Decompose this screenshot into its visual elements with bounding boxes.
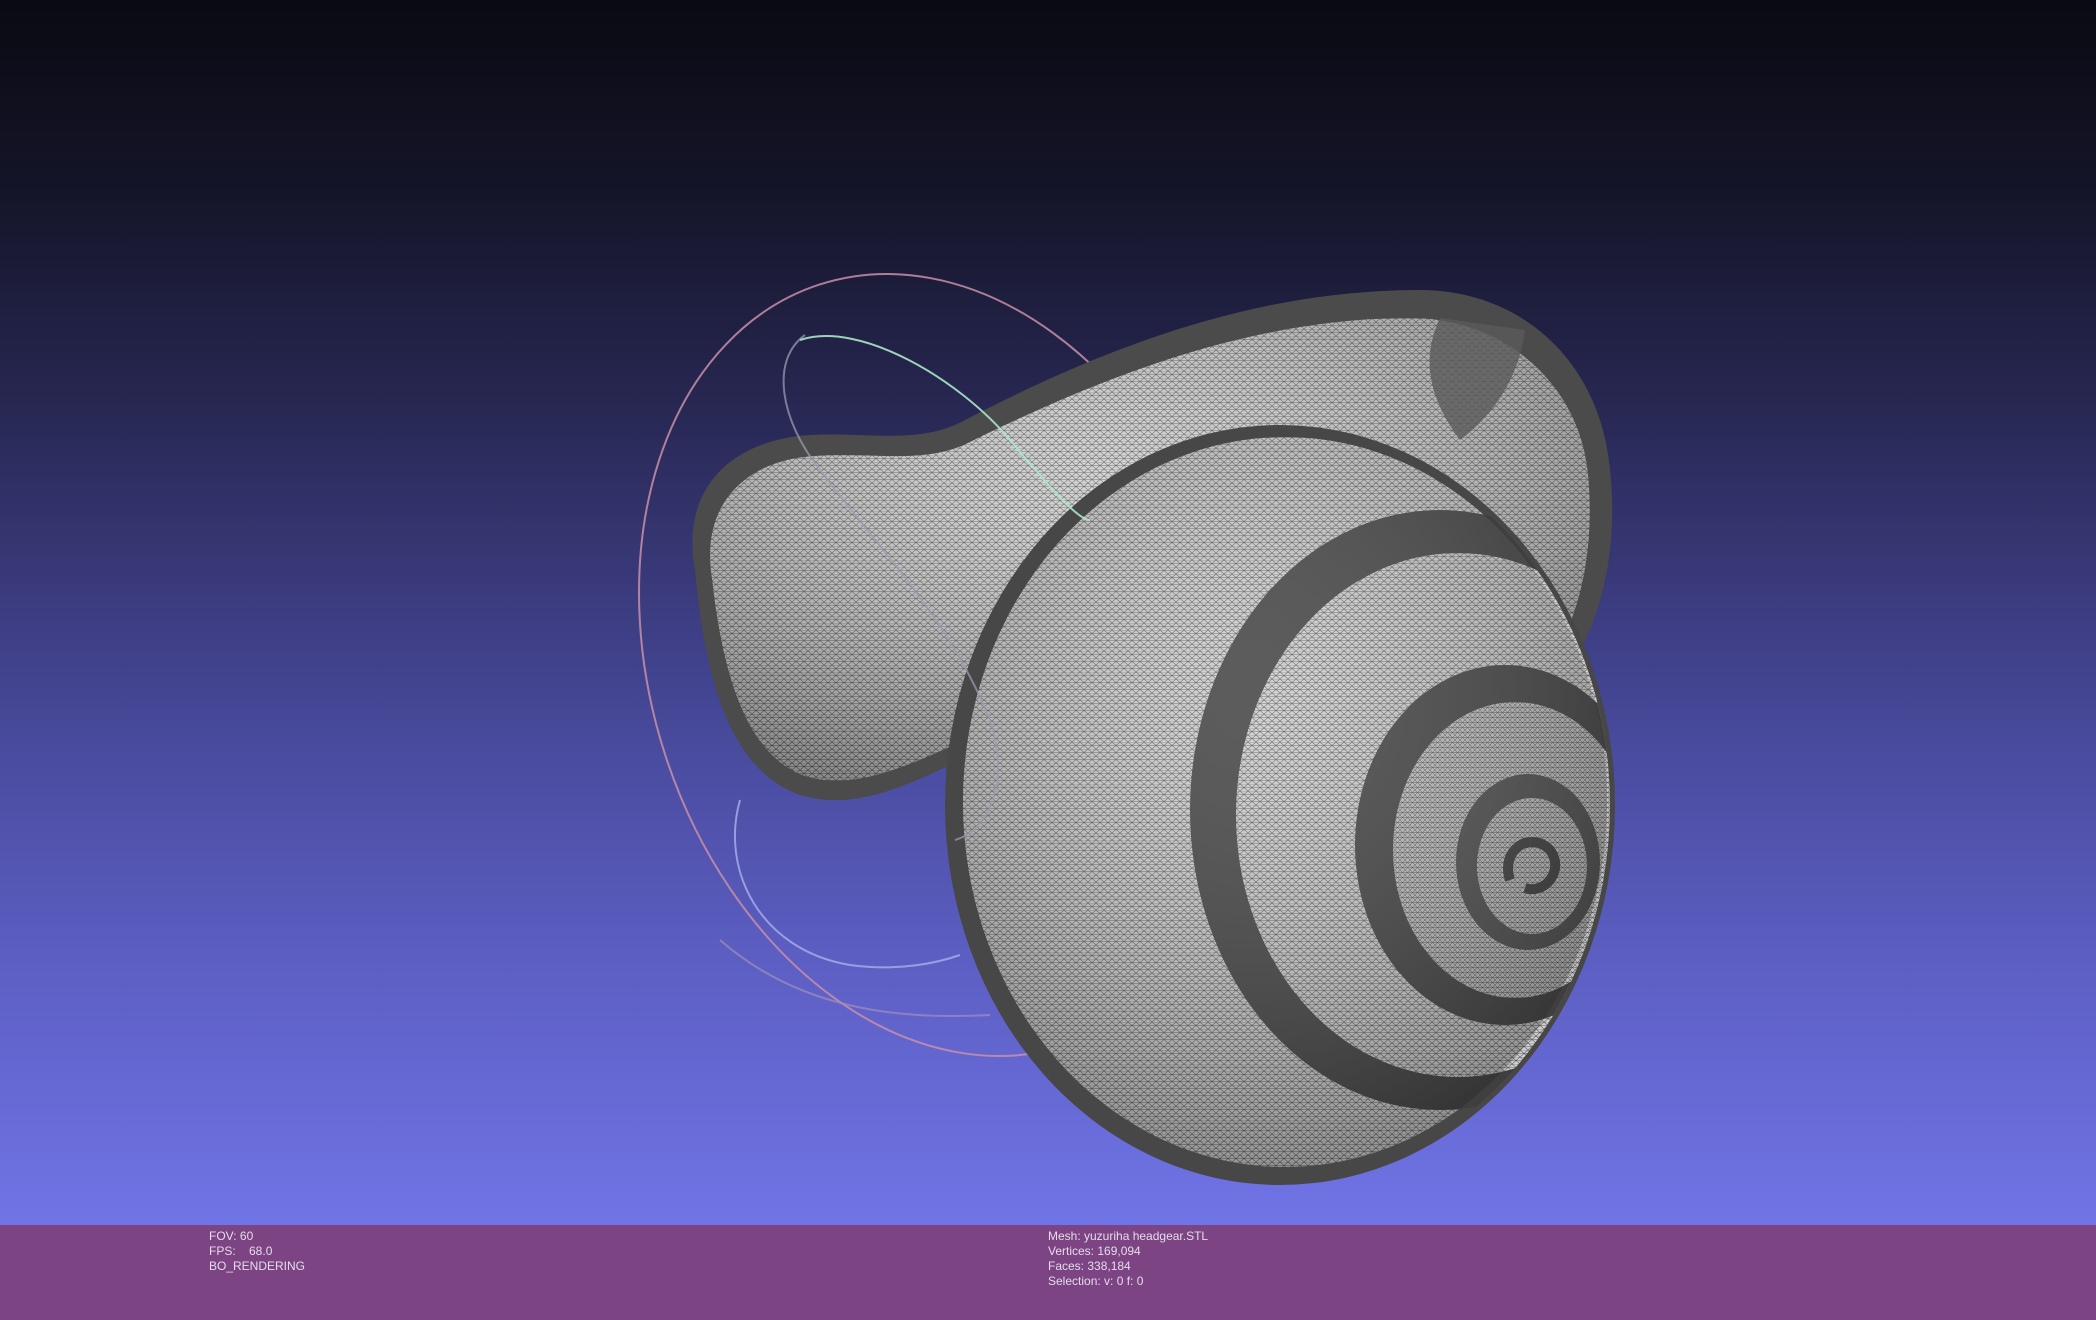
info-bar: FOV: 60 FPS: 68.0 BO_RENDERING Mesh: yuz… [0,1225,2096,1320]
mesh-name-label: Mesh: yuzuriha headgear.STL [1048,1229,1209,1243]
mesh-render[interactable] [0,0,2096,1225]
mesh-info: Mesh: yuzuriha headgear.STL Vertices: 16… [1048,1229,1208,1289]
render-mode-label: BO_RENDERING [209,1259,306,1273]
fov-label: FOV: 60 [209,1229,254,1243]
selection-label: Selection: v: 0 f: 0 [1048,1274,1144,1288]
faces-label: Faces: 338,184 [1048,1259,1131,1273]
render-info: FOV: 60 FPS: 68.0 BO_RENDERING [209,1229,305,1274]
3d-viewport[interactable] [0,0,2096,1225]
vertices-label: Vertices: 169,094 [1048,1244,1141,1258]
trackball-ring-lower[interactable] [719,939,991,1018]
trackball-ring-blue[interactable] [734,799,961,969]
fps-label: FPS: 68.0 [209,1244,273,1258]
